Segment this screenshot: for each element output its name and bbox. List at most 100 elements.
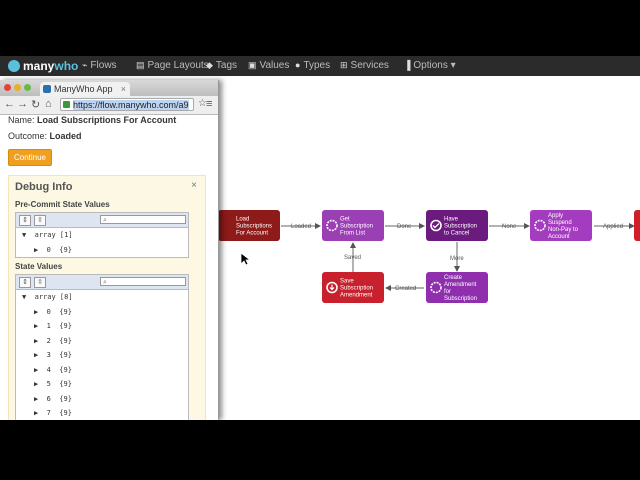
nav-label: Tags (215, 60, 238, 71)
expand-all-icon[interactable]: ⇕ (19, 277, 31, 288)
flow-node-label: to Cancel (444, 231, 469, 237)
edge-label-applied: Applied (603, 224, 623, 230)
lock-icon (63, 101, 70, 108)
tree-node-label: array [8] (26, 293, 73, 301)
collapse-all-icon[interactable]: ⇳ (34, 215, 46, 226)
debug-title: Debug Info (15, 181, 73, 193)
tree-node[interactable]: ▶ 0 {9} (34, 308, 72, 316)
flow-node-label: Subscription (444, 224, 477, 230)
nav-tags[interactable]: ◆ Tags (206, 60, 237, 71)
nav-options[interactable]: ▐ Options ▾ (404, 60, 456, 71)
flow-node-label: Amendment (444, 282, 477, 288)
address-bar[interactable]: https://flow.manywho.com/a9 (60, 98, 194, 111)
app-content: Name: Load Subscriptions For Account Out… (0, 115, 218, 420)
manywho-logo[interactable]: manywho (8, 59, 78, 73)
step-name: Name: Load Subscriptions For Account (8, 115, 176, 125)
flow-node-label: Apply (548, 213, 563, 219)
continue-button[interactable]: Continue (8, 149, 52, 166)
nav-page-layouts[interactable]: ▤ Page Layouts (136, 60, 209, 71)
close-window-icon[interactable] (4, 84, 11, 91)
page-layouts-icon: ▤ (136, 60, 145, 70)
tree-node[interactable]: ▶ 0 {9} (34, 246, 72, 254)
tree-toolbar: ⇕ ⇳ ⌕ (16, 275, 188, 290)
edge-label-more: More (450, 256, 464, 262)
tree-search-input[interactable]: ⌕ (100, 215, 186, 224)
tree-node[interactable]: ▶ 5 {9} (34, 380, 72, 388)
nav-label: Options ▾ (413, 60, 456, 71)
flow-node-apply[interactable]: ApplySuspendNon-Pay toAccount (530, 210, 592, 241)
flow-node-label: Save (340, 279, 354, 285)
flow-node-label: Create (444, 275, 463, 281)
minimize-window-icon[interactable] (14, 84, 21, 91)
edge-label-loaded: Loaded (291, 224, 311, 230)
nav-types[interactable]: ● Types (295, 60, 330, 71)
logo-icon (8, 60, 20, 72)
logo-accent: who (54, 59, 79, 73)
nav-services[interactable]: ⊞ Services (340, 60, 389, 71)
flow-node-label: Non-Pay to (548, 227, 579, 233)
menu-icon[interactable]: ≡ (206, 98, 212, 110)
zoom-window-icon[interactable] (24, 84, 31, 91)
flow-node-get[interactable]: GetSubscriptionFrom List (322, 210, 384, 241)
home-icon[interactable]: ⌂ (45, 98, 52, 110)
flow-node-label: Subscriptions (236, 224, 272, 230)
tree-toolbar: ⇕ ⇳ ⌕ (16, 213, 188, 228)
tree-node[interactable]: ▶ 4 {9} (34, 366, 72, 374)
options-icon: ▐ (404, 60, 411, 70)
name-value: Load Subscriptions For Account (37, 115, 177, 125)
pre-commit-tree[interactable]: ⇕ ⇳ ⌕ ▼ array [1] ▶ 0 {9} (15, 212, 189, 258)
tags-icon: ◆ (206, 60, 213, 70)
flow-node-label: Have (444, 217, 459, 223)
services-icon: ⊞ (340, 60, 348, 70)
mouse-cursor-icon (240, 252, 250, 266)
browser-tab-bar: ManyWho App × (0, 80, 218, 96)
flow-node-create[interactable]: CreateAmendmentforSubscription (426, 272, 488, 303)
flow-node-box[interactable] (634, 210, 640, 241)
flow-node-label: Account (548, 234, 570, 240)
flow-node-have[interactable]: HaveSubscriptionto Cancel (426, 210, 488, 241)
nav-values[interactable]: ▣ Values (248, 60, 289, 71)
forward-icon[interactable]: → (17, 98, 28, 110)
flow-node-label: For Account (236, 231, 268, 237)
flow-node-label: Amendment (340, 293, 373, 299)
top-navbar: manywho ⌁ Flows ▤ Page Layouts ◆ Tags ▣ Valu… (0, 56, 640, 76)
flow-node-save[interactable]: SaveSubscriptionAmendment (322, 272, 384, 303)
tree-node[interactable]: ▶ 2 {9} (34, 337, 72, 345)
browser-toolbar: ← → ↻ ⌂ https://flow.manywho.com/a9 ☆ ≡ (0, 96, 218, 115)
tree-node[interactable]: ▶ 6 {9} (34, 395, 72, 403)
flows-icon: ⌁ (82, 60, 88, 70)
outcome-value: Loaded (49, 131, 82, 141)
tree-node-label: 7 {9} (38, 409, 72, 417)
browser-tab[interactable]: ManyWho App × (40, 82, 130, 96)
tree-node[interactable]: ▶ 7 {9} (34, 409, 72, 417)
edge-label-created: Created (395, 286, 416, 292)
flow-node-load[interactable]: LoadSubscriptionsFor Account (218, 210, 280, 241)
close-debug-icon[interactable]: × (191, 180, 197, 191)
tree-search-input[interactable]: ⌕ (100, 277, 186, 286)
nav-flows[interactable]: ⌁ Flows (82, 60, 117, 71)
tree-node[interactable]: ▼ array [1] (22, 231, 73, 239)
values-icon: ▣ (248, 60, 257, 70)
tree-node-label: 5 {9} (38, 380, 72, 388)
tree-node-label: 2 {9} (38, 336, 72, 345)
state-values-tree[interactable]: ⇕ ⇳ ⌕ ▼ array [8] ▶ 0 {9} ▶ 1 {9} ▶ 2 {9} ▶ … (15, 274, 189, 420)
close-tab-icon[interactable]: × (121, 82, 126, 96)
expand-all-icon[interactable]: ⇕ (19, 215, 31, 226)
collapse-all-icon[interactable]: ⇳ (34, 277, 46, 288)
tree-node[interactable]: ▼ array [8] (22, 293, 73, 301)
reload-icon[interactable]: ↻ (31, 98, 40, 111)
back-icon[interactable]: ← (4, 98, 15, 110)
flow-node-label: Load (236, 217, 249, 223)
tree-node-label: 3 {9} (38, 351, 72, 359)
tree-node-label: 6 {9} (38, 394, 72, 403)
pre-commit-heading: Pre-Commit State Values (15, 200, 110, 209)
tree-node[interactable]: ▶ 3 {9} (34, 351, 72, 359)
step-outcome: Outcome: Loaded (8, 131, 82, 141)
tree-node-label: 1 {9} (38, 322, 72, 330)
flow-node-edge[interactable] (634, 210, 640, 241)
favicon-icon (43, 85, 51, 93)
edge-label-saved: Saved (344, 255, 361, 261)
tree-node-label: array [1] (26, 231, 73, 239)
tree-node[interactable]: ▶ 1 {9} (34, 322, 72, 330)
tab-title: ManyWho App (54, 84, 113, 94)
